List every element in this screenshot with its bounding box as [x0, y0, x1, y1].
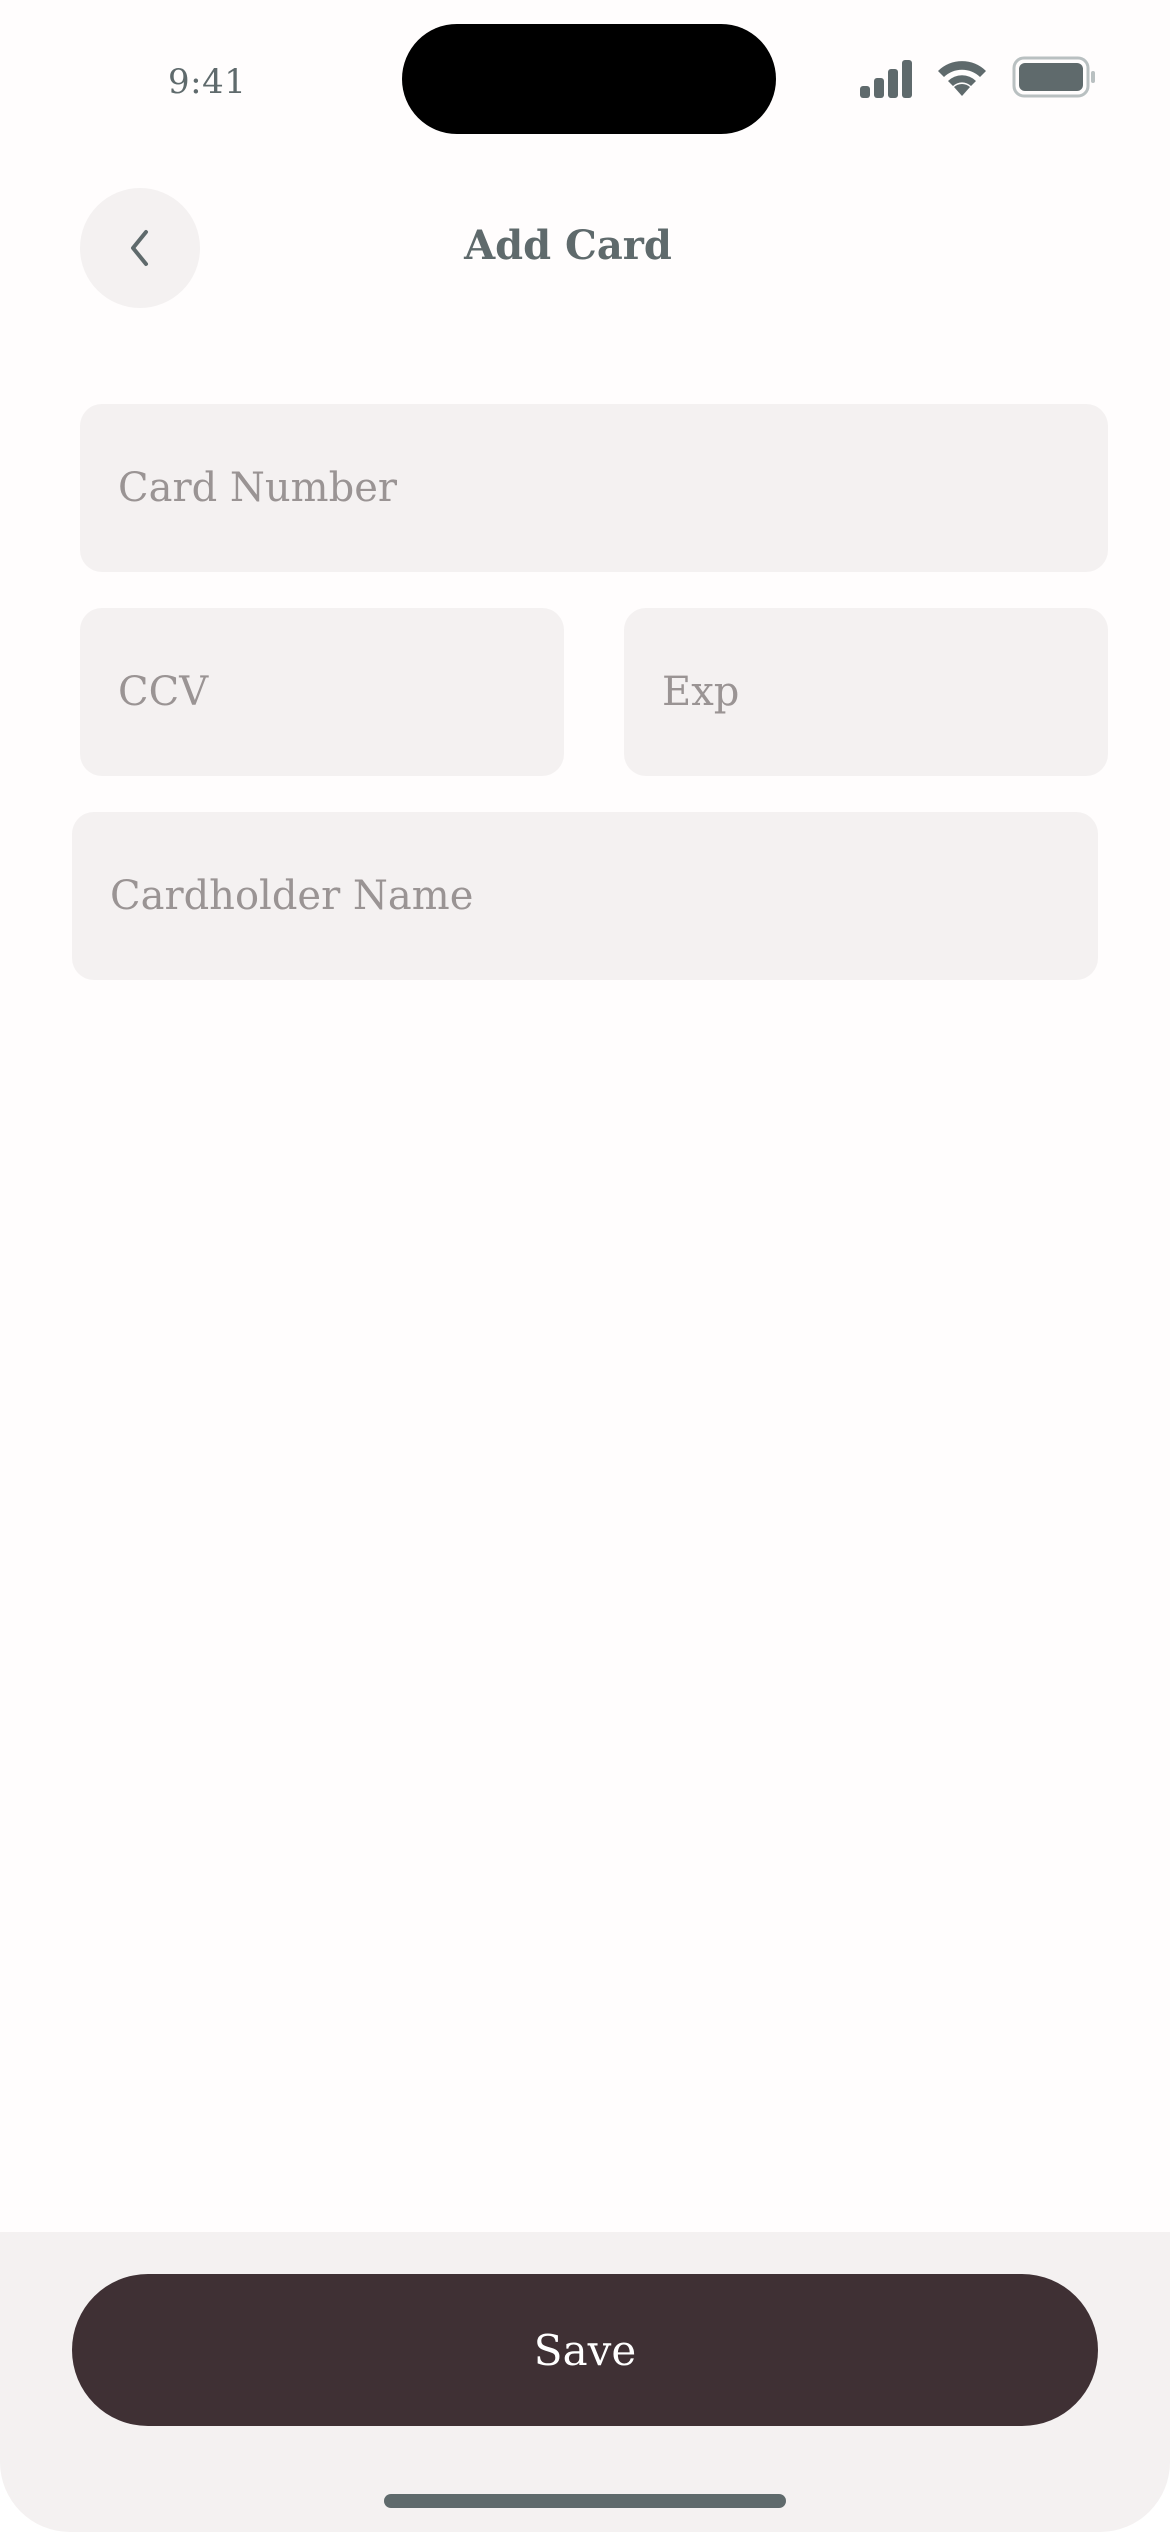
save-button[interactable]: Save: [72, 2274, 1098, 2426]
status-time: 9:41: [168, 62, 247, 102]
exp-field[interactable]: Exp: [624, 608, 1108, 776]
card-number-placeholder: Card Number: [118, 465, 397, 511]
card-number-field[interactable]: Card Number: [80, 404, 1108, 572]
cardholder-name-placeholder: Cardholder Name: [110, 873, 474, 919]
ccv-placeholder: CCV: [118, 669, 209, 715]
home-indicator[interactable]: [384, 2494, 786, 2508]
dynamic-island: [402, 24, 776, 134]
add-card-screen: 9:41 Add Card Card Number CCV Exp Cardho…: [0, 0, 1170, 2532]
ccv-field[interactable]: CCV: [80, 608, 564, 776]
page-title: Add Card: [464, 222, 672, 269]
wifi-icon: [938, 61, 986, 96]
status-icons: [858, 56, 1098, 106]
cardholder-name-field[interactable]: Cardholder Name: [72, 812, 1098, 980]
cellular-signal-icon: [860, 60, 912, 98]
battery-icon: [1012, 56, 1095, 98]
exp-placeholder: Exp: [662, 669, 740, 715]
